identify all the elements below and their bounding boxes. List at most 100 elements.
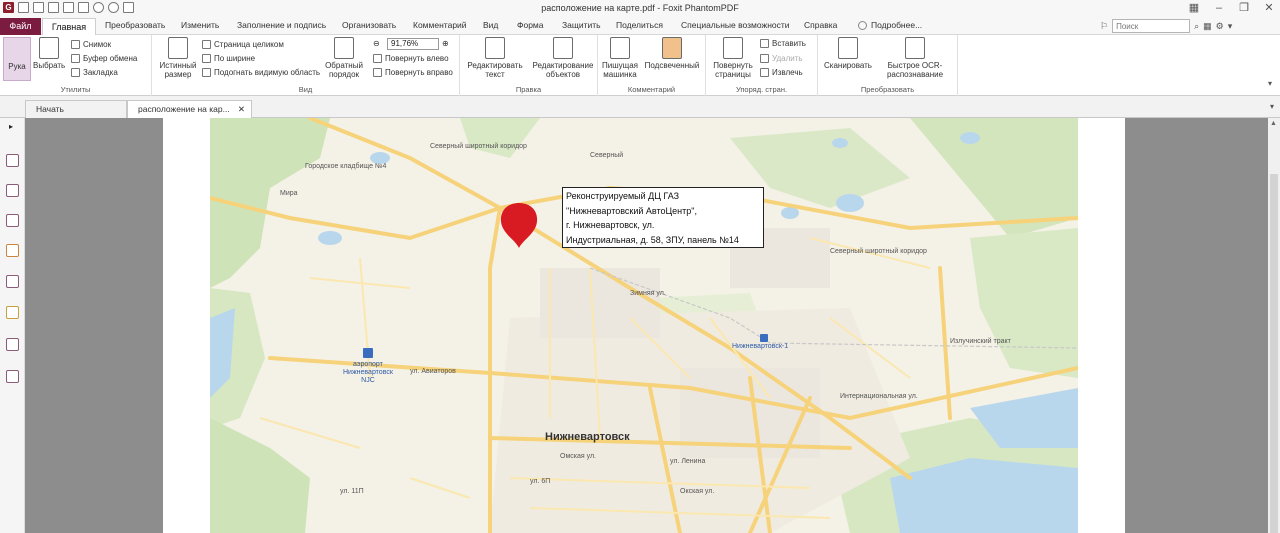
edit-text-button[interactable]: Редактировать текст (464, 37, 526, 79)
search-input[interactable] (1112, 19, 1191, 33)
search-icon[interactable]: ⌕ (1194, 21, 1199, 32)
pages-panel-icon[interactable] (6, 184, 19, 197)
edit-objects-icon (553, 37, 573, 59)
typewriter-button[interactable]: Пишущая машинка (600, 37, 640, 79)
tab-protect[interactable]: Защитить (562, 20, 601, 30)
tab-fill-sign[interactable]: Заполнение и подпись (237, 20, 326, 30)
clipboard-button[interactable]: Буфер обмена (71, 54, 137, 63)
vertical-scrollbar[interactable]: ▲ (1268, 118, 1280, 533)
tab-document[interactable]: расположение на кар... ✕ (127, 100, 252, 118)
group-view: Истинный размер Страница целиком По шири… (152, 35, 460, 96)
edit-objects-button[interactable]: Редактирование объектов (530, 37, 596, 79)
save-icon[interactable] (33, 2, 44, 13)
security-panel-icon[interactable] (6, 306, 19, 319)
rotate-right-button[interactable]: Повернуть вправо (373, 68, 453, 77)
insert-button[interactable]: Вставить (760, 39, 806, 48)
fit-visible-button[interactable]: Подогнать видимую область (202, 68, 320, 77)
map-label: Интернациональная ул. (840, 393, 918, 400)
group-label-pages: Упоряд. стран. (735, 85, 788, 94)
select-tool-icon[interactable] (78, 2, 89, 13)
minimize-icon[interactable]: – (1212, 1, 1226, 15)
settings-icon[interactable]: ⚙ (1216, 21, 1224, 32)
tab-start[interactable]: Начать (25, 100, 127, 118)
snapshot-button[interactable]: Снимок (71, 40, 111, 49)
tab-help[interactable]: Справка (804, 20, 837, 30)
map-canvas (210, 118, 1078, 533)
zoom-out-icon[interactable]: ⊖ (373, 39, 380, 48)
rotate-pages-button[interactable]: Повернуть страницы (710, 37, 756, 79)
tab-view[interactable]: Вид (483, 20, 498, 30)
scrollbar-thumb[interactable] (1270, 174, 1278, 533)
extract-button[interactable]: Извлечь (760, 68, 803, 77)
group-label-edit: Правка (515, 85, 542, 94)
tell-me-more[interactable]: Подробнее... (871, 20, 922, 30)
group-label-comment: Комментарий (627, 85, 676, 94)
customize-qat-icon[interactable] (123, 2, 134, 13)
group-tools: Рука Выбрать Снимок Буфер обмена Закладк… (0, 35, 152, 96)
bookmark-button[interactable]: Закладка (71, 68, 118, 77)
close-tab-icon[interactable]: ✕ (238, 101, 245, 118)
fit-page-button[interactable]: Страница целиком (202, 40, 284, 49)
lightbulb-icon (858, 21, 867, 30)
rotate-left-button[interactable]: Повернуть влево (373, 54, 449, 63)
tab-home[interactable]: Главная (42, 18, 96, 36)
highlight-button[interactable]: Подсвеченный (642, 37, 702, 70)
print-icon[interactable] (48, 2, 59, 13)
group-convert: Сканировать Быстрое OCR-распознавание Пр… (818, 35, 958, 96)
undo-icon[interactable] (93, 2, 104, 13)
tab-list-icon[interactable]: ▾ (1270, 102, 1274, 111)
map-annotation-callout[interactable]: Реконструируемый ДЦ ГАЗ "Нижневартовский… (562, 187, 764, 248)
close-icon[interactable]: ✕ (1262, 1, 1276, 15)
layers-panel-icon[interactable] (6, 214, 19, 227)
expand-pane-icon[interactable]: ▸ (9, 122, 13, 131)
map-label: Мира (280, 190, 298, 197)
document-viewport[interactable]: Северный широтный коридор Городское клад… (25, 118, 1268, 533)
select-button[interactable]: Выбрать (33, 37, 65, 70)
map-image: Северный широтный коридор Городское клад… (210, 118, 1078, 533)
redo-icon[interactable] (108, 2, 119, 13)
map-label: Северный (590, 152, 624, 159)
station-icon (760, 334, 768, 342)
find-options-icon[interactable]: ⚐ (1100, 21, 1108, 32)
actual-size-button[interactable]: Истинный размер (156, 37, 200, 79)
tab-file[interactable]: Файл (0, 18, 41, 35)
foxit-logo-icon: G (3, 2, 14, 13)
zoom-in-icon[interactable]: ⊕ (442, 39, 449, 48)
hand-tool-icon[interactable] (63, 2, 74, 13)
zoom-field[interactable]: 91,76% (387, 38, 439, 50)
open-icon[interactable] (18, 2, 29, 13)
map-station-label: Нижневартовск-1 (732, 343, 789, 350)
fit-width-button[interactable]: По ширине (202, 54, 255, 63)
bookmarks-panel-icon[interactable] (6, 154, 19, 167)
tab-form[interactable]: Форма (517, 20, 544, 30)
scan-button[interactable]: Сканировать (822, 37, 874, 70)
content-panel-icon[interactable] (6, 338, 19, 351)
insert-page-icon (760, 39, 769, 48)
more-icon[interactable]: ▾ (1228, 21, 1233, 32)
tab-edit[interactable]: Изменить (181, 20, 219, 30)
restore-layout-icon[interactable]: ▦ (1187, 1, 1201, 15)
collapse-ribbon-icon[interactable]: ▾ (1268, 79, 1272, 88)
tab-share[interactable]: Поделиться (616, 20, 663, 30)
title-bar: G расположение на карте.pdf - Foxit Phan… (0, 0, 1280, 18)
scroll-up-icon[interactable]: ▲ (1270, 120, 1277, 127)
group-label-tools: Утилиты (60, 85, 91, 94)
tab-organize[interactable]: Организовать (342, 20, 396, 30)
grid-icon[interactable]: ▦ (1203, 21, 1212, 32)
map-label: Окская ул. (680, 488, 715, 495)
reverse-order-button[interactable]: Обратный порядок (324, 37, 364, 79)
delete-button[interactable]: Удалить (760, 54, 803, 63)
signatures-panel-icon[interactable] (6, 370, 19, 383)
window-title: расположение на карте.pdf - Foxit Phanto… (541, 3, 739, 13)
attachments-panel-icon[interactable] (6, 275, 19, 288)
maximize-icon[interactable]: ❐ (1237, 1, 1251, 15)
tab-comment[interactable]: Комментарий (413, 20, 467, 30)
group-edit: Редактировать текст Редактирование объек… (460, 35, 598, 96)
ocr-button[interactable]: Быстрое OCR-распознавание (876, 37, 954, 79)
hand-button[interactable]: Рука (3, 37, 31, 81)
tab-accessibility[interactable]: Специальные возможности (681, 20, 790, 30)
comments-panel-icon[interactable] (6, 244, 19, 257)
map-label: Омская ул. (560, 453, 596, 460)
tab-convert[interactable]: Преобразовать (105, 20, 165, 30)
highlight-icon (662, 37, 682, 59)
